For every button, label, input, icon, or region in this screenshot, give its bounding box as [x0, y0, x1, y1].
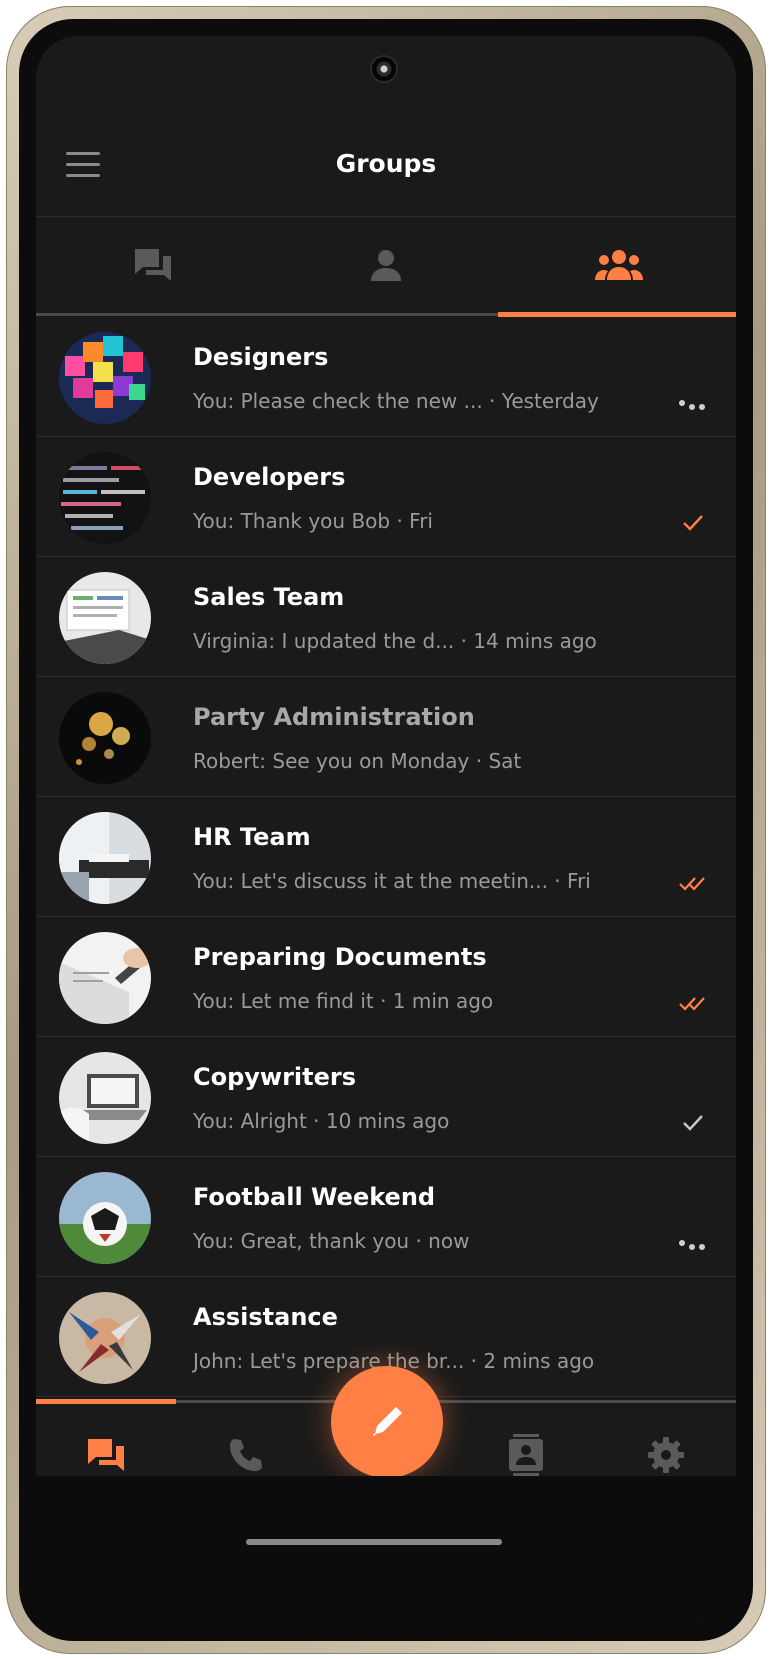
- list-item[interactable]: HR Team You: Let's discuss it at the mee…: [36, 797, 736, 917]
- list-item[interactable]: Designers You: Please check the new ... …: [36, 317, 736, 437]
- avatar: [59, 452, 151, 544]
- group-name: Designers: [193, 343, 329, 371]
- top-tabs: [36, 217, 736, 317]
- group-icon: [594, 250, 643, 280]
- avatar: [59, 932, 151, 1024]
- front-camera: [370, 55, 398, 83]
- list-item[interactable]: Copywriters You: Alright · 10 mins ago: [36, 1037, 736, 1157]
- last-message-preview: You: Great, thank you · now: [193, 1229, 470, 1253]
- list-item[interactable]: Party Administration Robert: See you on …: [36, 677, 736, 797]
- last-message-preview: You: Let's discuss it at the meetin... ·…: [193, 869, 591, 893]
- last-message-preview: You: Let me find it · 1 min ago: [193, 989, 494, 1013]
- group-name: HR Team: [193, 823, 311, 851]
- group-name: Sales Team: [193, 583, 345, 611]
- group-name: Party Administration: [193, 703, 475, 731]
- group-name: Developers: [193, 463, 346, 491]
- group-name: Copywriters: [193, 1063, 357, 1091]
- tab-contacts[interactable]: [269, 217, 502, 313]
- avatar: [59, 812, 151, 904]
- pen-icon: [373, 1407, 402, 1436]
- list-item[interactable]: Developers You: Thank you Bob · Fri: [36, 437, 736, 557]
- gesture-bar-area: [36, 1476, 736, 1624]
- sent-check-icon: [683, 515, 703, 531]
- group-name: Assistance: [193, 1303, 338, 1331]
- avatar: [59, 332, 151, 424]
- screen: Groups Designers You: Please check the n…: [36, 36, 736, 1624]
- typing-indicator-icon: [679, 400, 705, 410]
- avatar: [59, 692, 151, 784]
- list-item[interactable]: Preparing Documents You: Let me find it …: [36, 917, 736, 1037]
- list-item[interactable]: Football Weekend You: Great, thank you ·…: [36, 1157, 736, 1277]
- list-item[interactable]: Sales Team Virginia: I updated the d... …: [36, 557, 736, 677]
- bottom-nav-active-indicator: [36, 1399, 176, 1404]
- sent-check-icon: [683, 1115, 703, 1131]
- last-message-preview: Virginia: I updated the d... · 14 mins a…: [193, 629, 597, 653]
- phone-frame: Groups Designers You: Please check the n…: [6, 6, 766, 1654]
- tab-groups[interactable]: [502, 217, 735, 313]
- page-title: Groups: [335, 149, 437, 178]
- group-name: Football Weekend: [193, 1183, 436, 1211]
- chat-bubbles-icon: [134, 249, 171, 281]
- avatar: [59, 1172, 151, 1264]
- gear-icon: [648, 1437, 684, 1473]
- chats-icon: [88, 1439, 124, 1471]
- phone-body: Groups Designers You: Please check the n…: [19, 19, 753, 1641]
- last-message-preview: Robert: See you on Monday · Sat: [193, 749, 522, 773]
- tab-chats[interactable]: [36, 217, 269, 313]
- avatar: [59, 1292, 151, 1384]
- contacts-icon: [509, 1434, 543, 1476]
- home-indicator[interactable]: [246, 1539, 502, 1545]
- group-name: Preparing Documents: [193, 943, 487, 971]
- last-message-preview: You: Thank you Bob · Fri: [193, 509, 433, 533]
- read-double-check-icon: [679, 877, 705, 891]
- compose-fab-button[interactable]: [331, 1366, 443, 1478]
- app-header: Groups: [36, 116, 736, 217]
- avatar: [59, 1052, 151, 1144]
- phone-icon: [230, 1439, 262, 1471]
- group-list: Designers You: Please check the new ... …: [36, 317, 736, 1397]
- read-double-check-icon: [679, 997, 705, 1011]
- person-icon: [370, 250, 401, 281]
- typing-indicator-icon: [679, 1240, 705, 1250]
- last-message-preview: You: Alright · 10 mins ago: [193, 1109, 450, 1133]
- avatar: [59, 572, 151, 664]
- last-message-preview: You: Please check the new ... · Yesterda…: [193, 389, 599, 413]
